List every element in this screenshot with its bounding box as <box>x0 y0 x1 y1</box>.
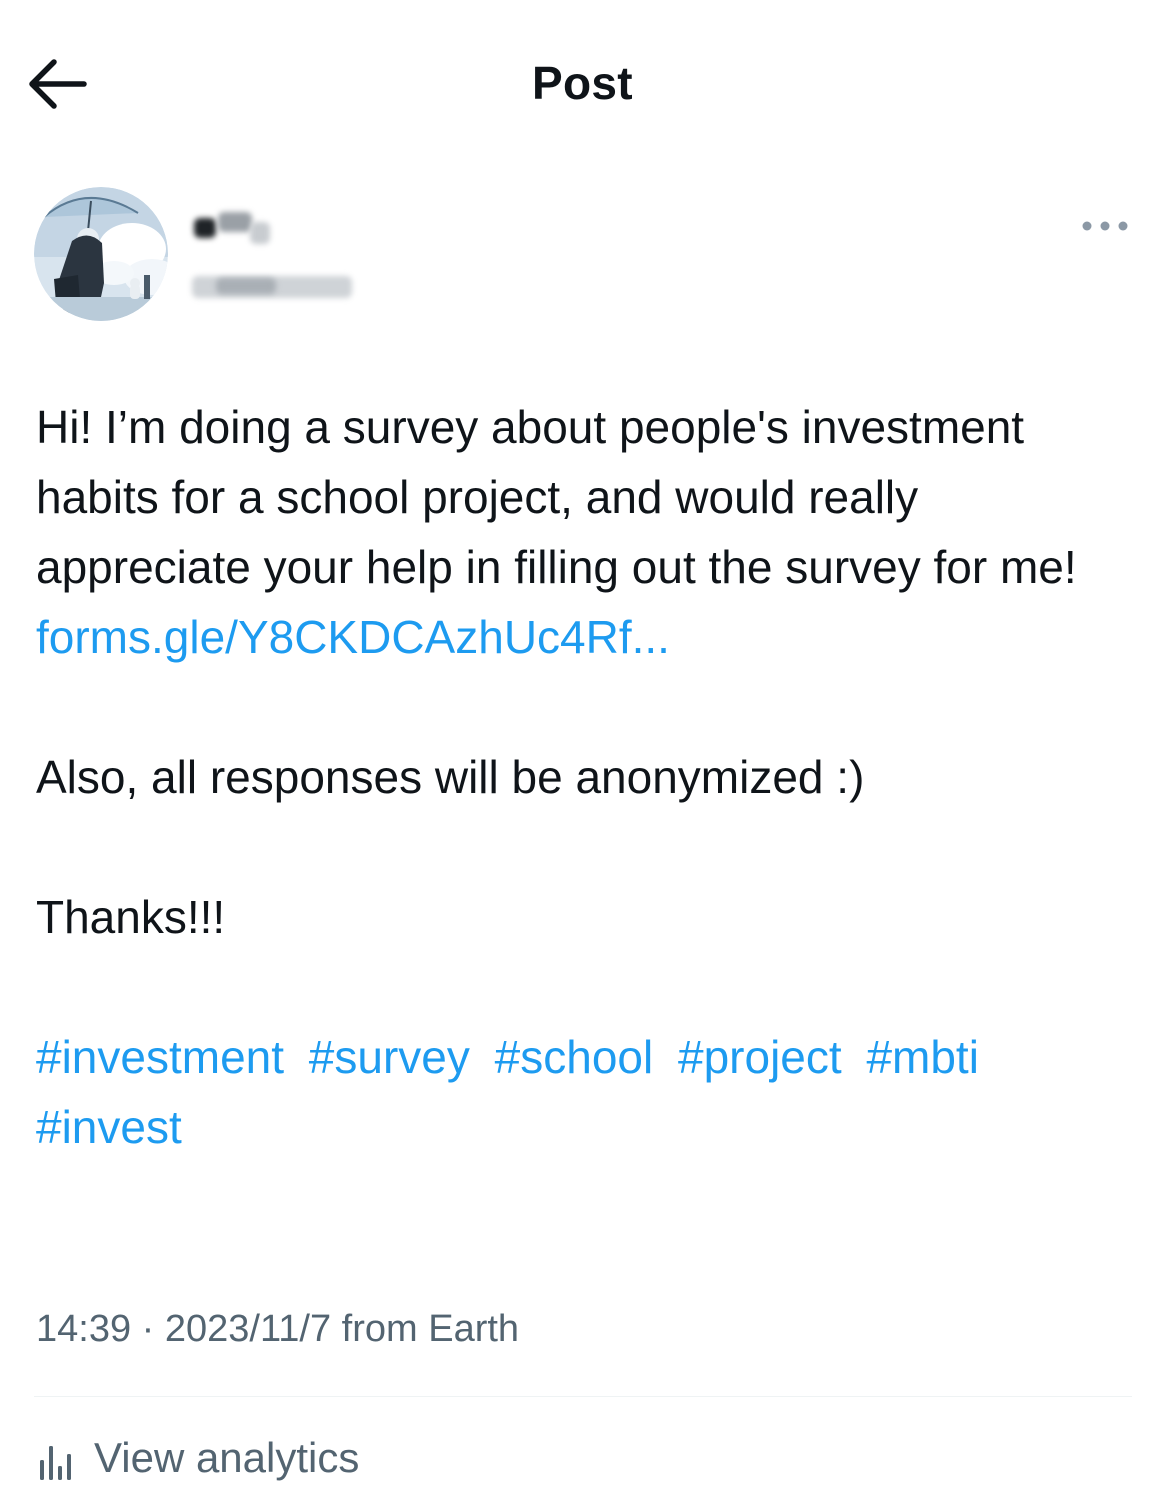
post-meta: 14:39 · 2023/11/7 from Earth <box>36 1308 519 1351</box>
hashtag-list: #investment #survey #school #project #mb… <box>36 1022 1136 1162</box>
analytics-bars-icon <box>40 1446 71 1480</box>
post-paragraph: Also, all responses will be anonymized :… <box>36 751 865 803</box>
hashtag-link[interactable]: #school <box>495 1031 654 1083</box>
more-options-button[interactable] <box>1078 210 1132 242</box>
post-date[interactable]: 2023/11/7 <box>165 1308 331 1350</box>
avatar-illustration <box>34 187 168 321</box>
divider <box>34 1396 1132 1397</box>
hashtag-link[interactable]: #investment <box>36 1031 284 1083</box>
hashtag-link[interactable]: #project <box>678 1031 842 1083</box>
display-name[interactable] <box>192 206 274 246</box>
hashtag-link[interactable]: #invest <box>36 1101 182 1153</box>
post-time[interactable]: 14:39 <box>36 1308 131 1350</box>
more-horizontal-icon <box>1082 221 1128 231</box>
post-paragraph: Hi! I’m doing a survey about people's in… <box>36 401 1077 593</box>
top-bar: Post <box>0 0 1165 170</box>
post-paragraph: Thanks!!! <box>36 891 226 943</box>
meta-separator: · <box>141 1308 155 1350</box>
post-text: Hi! I’m doing a survey about people's in… <box>36 392 1136 1162</box>
redacted-username-part <box>216 278 276 294</box>
redacted-display-name-part <box>218 212 252 232</box>
post-source: from Earth <box>341 1308 520 1350</box>
view-analytics-label: View analytics <box>94 1434 360 1481</box>
page-title: Post <box>532 57 633 109</box>
redacted-display-name <box>194 218 216 238</box>
view-analytics-button[interactable]: View analytics <box>36 1428 359 1488</box>
redacted-display-name-part <box>250 222 270 244</box>
survey-link[interactable]: forms.gle/Y8CKDCAzhUc4Rf... <box>36 611 670 663</box>
username-handle[interactable] <box>192 270 358 302</box>
hashtag-link[interactable]: #survey <box>309 1031 470 1083</box>
hashtag-link[interactable]: #mbti <box>866 1031 978 1083</box>
avatar[interactable] <box>34 187 168 321</box>
